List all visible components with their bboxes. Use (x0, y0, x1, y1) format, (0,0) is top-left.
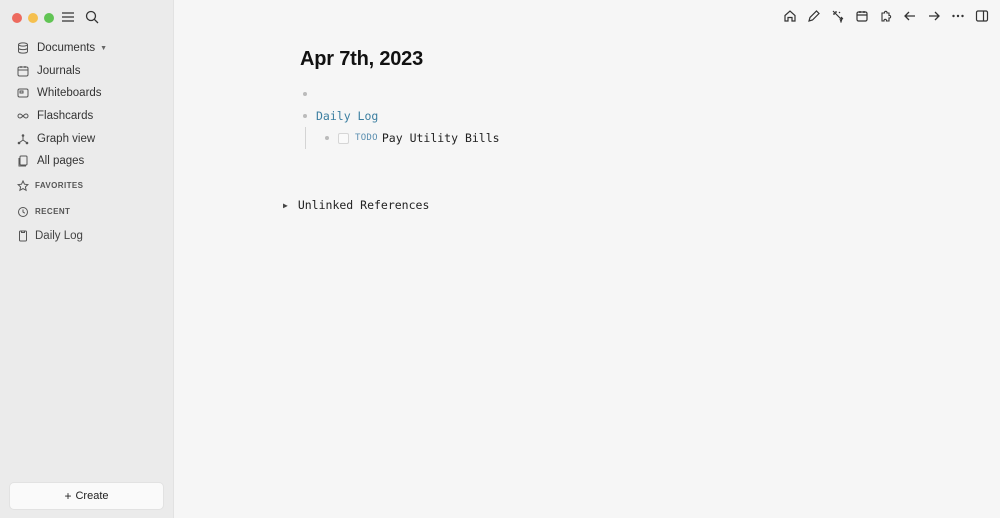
maximize-window-button[interactable] (44, 13, 54, 23)
pages-icon (17, 155, 29, 167)
sidebar-item-all-pages[interactable]: All pages (10, 150, 163, 173)
triangle-right-icon[interactable]: ▶ (283, 201, 288, 210)
search-icon[interactable] (84, 9, 100, 25)
page-link-daily-log[interactable]: Daily Log (316, 109, 378, 123)
todo-marker[interactable]: TODO (355, 133, 378, 143)
window-controls (12, 13, 54, 23)
menu-icon[interactable] (60, 9, 76, 25)
minimize-window-button[interactable] (28, 13, 38, 23)
sidebar-toggle-icon[interactable] (975, 9, 989, 23)
bullet-icon[interactable] (325, 136, 329, 140)
sidebar-nav: Documents ▼ Journals Whiteboards Flashca… (10, 37, 163, 247)
sidebar-item-label: Flashcards (37, 110, 94, 123)
top-toolbar (783, 9, 989, 23)
create-label: Create (75, 490, 109, 502)
pencil-icon[interactable] (807, 9, 821, 23)
recent-item-daily-log[interactable]: Daily Log (10, 225, 163, 247)
link-block[interactable]: Daily Log (300, 105, 500, 127)
favorites-label: FAVORITES (35, 181, 84, 191)
page-title[interactable]: Apr 7th, 2023 (300, 48, 500, 71)
bullet-icon[interactable] (303, 92, 307, 96)
sidebar-item-label: Whiteboards (37, 87, 102, 100)
plus-icon: + (64, 489, 72, 503)
todo-text[interactable]: Pay Utility Bills (382, 131, 500, 145)
sidebar-item-whiteboards[interactable]: Whiteboards (10, 82, 163, 105)
unlinked-references-toggle[interactable]: ▶ Unlinked References (283, 198, 429, 212)
page-icon (17, 230, 29, 242)
sidebar-item-label: Journals (37, 64, 81, 77)
recent-header[interactable]: RECENT (10, 199, 163, 225)
history-icon (17, 206, 29, 218)
unlinked-references-label: Unlinked References (297, 198, 430, 212)
empty-block[interactable] (300, 83, 500, 105)
forward-arrow-icon[interactable] (927, 9, 941, 23)
block-list: Daily Log TODO Pay Utility Bills (300, 83, 500, 149)
puzzle-icon[interactable] (879, 9, 893, 23)
calendar-icon[interactable] (855, 9, 869, 23)
close-window-button[interactable] (12, 13, 22, 23)
recent-label: RECENT (35, 207, 71, 217)
sidebar-item-documents[interactable]: Documents ▼ (10, 37, 163, 60)
bullet-icon[interactable] (303, 114, 307, 118)
more-icon[interactable] (951, 9, 965, 23)
chevron-down-icon[interactable]: ▼ (100, 45, 107, 52)
star-icon (17, 179, 29, 192)
sidebar-item-journals[interactable]: Journals (10, 60, 163, 83)
back-arrow-icon[interactable] (903, 9, 917, 23)
sidebar-item-label: Documents (37, 42, 96, 55)
left-sidebar: Documents ▼ Journals Whiteboards Flashca… (0, 0, 174, 518)
home-icon[interactable] (783, 9, 797, 23)
magic-icon[interactable] (831, 9, 845, 23)
infinity-icon (17, 110, 29, 122)
sidebar-item-flashcards[interactable]: Flashcards (10, 105, 163, 128)
todo-checkbox[interactable] (338, 132, 349, 144)
recent-item-label: Daily Log (35, 229, 83, 242)
database-icon (17, 42, 29, 54)
child-blocks: TODO Pay Utility Bills (305, 127, 500, 149)
journal-page: Apr 7th, 2023 Daily Log TODO Pay Utility… (300, 48, 500, 149)
todo-block[interactable]: TODO Pay Utility Bills (322, 127, 500, 149)
calendar-icon (17, 65, 29, 77)
create-button[interactable]: + Create (10, 483, 163, 509)
favorites-header[interactable]: FAVORITES (10, 173, 163, 199)
graph-icon (17, 133, 29, 145)
sidebar-item-label: All pages (37, 155, 85, 168)
whiteboard-icon (17, 87, 29, 99)
sidebar-item-label: Graph view (37, 132, 96, 145)
sidebar-item-graph-view[interactable]: Graph view (10, 127, 163, 150)
